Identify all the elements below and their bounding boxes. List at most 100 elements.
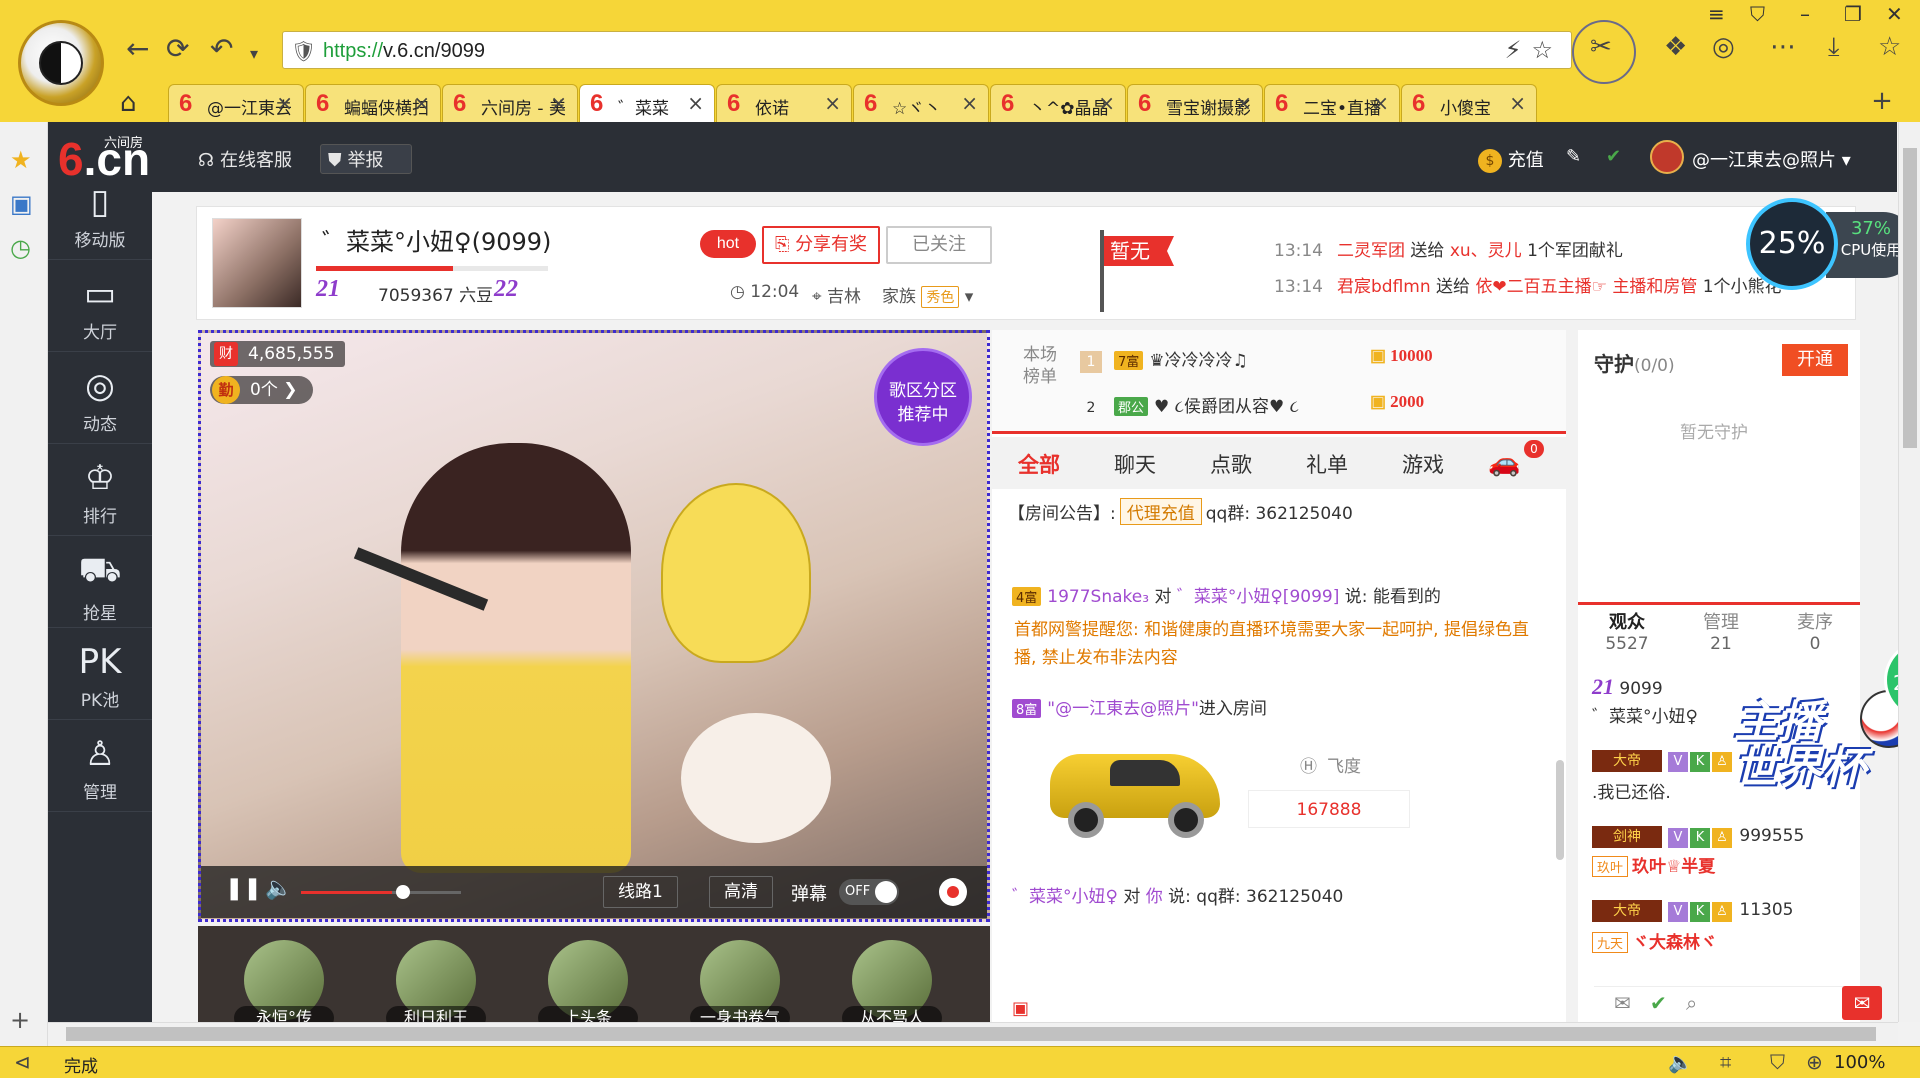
recommend-badge[interactable]: 歌区分区 推荐中 (874, 348, 972, 446)
sidebar-toggle-icon[interactable]: ⊲ (14, 1050, 31, 1074)
recommended-stream[interactable]: 永恒°传 (234, 940, 334, 1030)
chat-tab[interactable]: 聊天 (1114, 449, 1156, 479)
horizontal-scrollbar[interactable] (48, 1022, 1898, 1044)
close-tab-icon[interactable]: × (276, 91, 293, 115)
close-tab-icon[interactable]: × (550, 91, 567, 115)
nav-item[interactable]: ⛟ 抢星 (48, 536, 152, 628)
check-circle-icon[interactable]: ✔ (1650, 991, 1667, 1015)
audience-tab[interactable]: 麦序 0 (1768, 608, 1862, 662)
record-button[interactable] (939, 878, 967, 906)
gift-target[interactable]: 依❤二百五主播☞ 主播和房管 (1475, 277, 1697, 297)
menu-icon[interactable]: ≡ (1708, 2, 1725, 26)
video-player[interactable] (198, 330, 990, 922)
check-icon[interactable]: ✔ (1606, 146, 1621, 167)
ranking-row[interactable]: 1 7富 ♛冷冷冷冷♫ (1080, 346, 1248, 373)
browser-logo[interactable] (18, 20, 104, 106)
gift-target[interactable]: xu、灵儿 (1450, 241, 1522, 261)
gift-sender[interactable]: 君宸bdflmn (1337, 277, 1431, 297)
add-icon[interactable]: + (10, 1006, 30, 1034)
favorites-icon[interactable]: ☆ (1878, 32, 1901, 62)
nav-item[interactable]: ◎ 动态 (48, 352, 152, 444)
gift-sender[interactable]: 二灵军团 (1337, 241, 1405, 261)
audience-name[interactable]: .我已还俗. (1592, 783, 1671, 803)
service-link[interactable]: ☊ 在线客服 (198, 146, 292, 172)
screenshot-icon[interactable]: ⌗ (1720, 1050, 1731, 1074)
back-icon[interactable]: ← (126, 32, 149, 65)
search-icon[interactable]: ⌕ (1686, 991, 1697, 1015)
edit-icon[interactable]: ✎ (1566, 146, 1581, 167)
mute-icon[interactable]: 🔈 (1668, 1050, 1693, 1074)
address-bar[interactable]: 🛡 https://v.6.cn/9099 ⚡☆ (282, 31, 1572, 69)
volume-slider[interactable] (301, 891, 461, 894)
mail-icon[interactable]: ✉ (1614, 991, 1631, 1015)
ranking-label[interactable]: 本场榜单 (1018, 344, 1062, 388)
browser-tab[interactable]: 6 依诺 × (716, 84, 852, 122)
download-icon[interactable]: ⤓ (1828, 32, 1840, 63)
extension-icon[interactable]: ❖ (1664, 32, 1687, 62)
cpu-meter[interactable]: 37% CPU使用 25% (1746, 198, 1916, 294)
audience-row[interactable]: 大帝 V K ♙ (1592, 750, 1734, 772)
restore-icon[interactable]: ❐ (1844, 2, 1862, 26)
more-icon[interactable]: ⋯ (1770, 32, 1796, 62)
anchor-name[interactable]: ゛菜菜°小妞♀(9099) (322, 222, 551, 257)
nav-item[interactable]: ♙ 管理 (48, 720, 152, 812)
scissors-icon[interactable]: ✂ (1590, 32, 1612, 62)
browser-tab[interactable]: 6 六间房 - 美 × (442, 84, 578, 122)
audience-name[interactable]: ヾ大森林ヾ (1632, 933, 1717, 953)
zoom-level[interactable]: 100% (1834, 1052, 1885, 1073)
speaker-icon[interactable]: ▣ (1012, 998, 1029, 1019)
browser-tab[interactable]: 6 雪宝谢摄影 × (1127, 84, 1263, 122)
browser-tab[interactable]: 6 ゛菜菜 × (579, 84, 715, 122)
chat-tab[interactable]: 游戏 (1402, 449, 1444, 479)
close-tab-icon[interactable]: × (824, 91, 841, 115)
recommended-stream[interactable]: 上头条 (538, 940, 638, 1030)
audience-row[interactable]: 大帝 V K ♙ 11305 (1592, 900, 1794, 922)
recommended-stream[interactable]: 一身书卷气 (690, 940, 790, 1030)
close-tab-icon[interactable]: × (1235, 91, 1252, 115)
danmu-toggle[interactable]: OFF (839, 879, 899, 905)
audience-name[interactable]: 玖叶♕半夏 (1632, 857, 1715, 877)
user-menu[interactable]: @一江東去@照片 ▾ (1692, 146, 1851, 172)
follow-button[interactable]: 已关注 (886, 226, 992, 264)
chat-tab[interactable]: 礼单 (1306, 449, 1348, 479)
chat-tab[interactable]: 全部 (1018, 449, 1060, 479)
report-link[interactable]: ⛊ 举报 (328, 146, 384, 172)
close-tab-icon[interactable]: × (1098, 91, 1115, 115)
recharge-link[interactable]: $ 充值 (1478, 146, 1544, 173)
close-tab-icon[interactable]: × (413, 91, 430, 115)
line-button[interactable]: 线路1 (603, 876, 678, 908)
recommended-stream[interactable]: 利日利王 (386, 940, 486, 1030)
ranking-row[interactable]: 2 郡公 ♥ ૮侯爵团从容♥ ૮ (1080, 392, 1299, 419)
browser-tab[interactable]: 6 小傻宝 × (1401, 84, 1537, 122)
browser-ext-icon[interactable]: ◎ (1712, 32, 1735, 62)
browser-tab[interactable]: 6 蝙蝠侠横扫 × (305, 84, 441, 122)
audience-row[interactable]: 剑神 V K ♙ 999555 (1592, 826, 1804, 848)
tablet-icon[interactable]: ▣ (10, 190, 33, 218)
new-tab-button[interactable]: + (1862, 86, 1902, 118)
close-tab-icon[interactable]: × (1372, 91, 1389, 115)
refresh-icon[interactable]: ⟳ (166, 32, 189, 65)
chevron-down-icon[interactable]: ▾ (250, 44, 258, 63)
lightning-icon[interactable]: ⚡ (1505, 36, 1532, 64)
pause-icon[interactable]: ❚❚ (225, 876, 262, 901)
nav-item[interactable]: ▭ 大厅 (48, 260, 152, 352)
family[interactable]: 家族 秀色 ▾ (882, 282, 973, 308)
audience-tab[interactable]: 管理 21 (1674, 608, 1768, 662)
chat-tab[interactable]: 点歌 (1210, 449, 1252, 479)
audience-name[interactable]: ゛菜菜°小妞♀ (1592, 707, 1698, 727)
minimize-icon[interactable]: – (1800, 2, 1810, 26)
anchor-avatar[interactable] (212, 218, 302, 308)
close-tab-icon[interactable]: × (961, 91, 978, 115)
close-tab-icon[interactable]: × (687, 91, 704, 115)
zoom-icon[interactable]: ⊕ (1806, 1050, 1823, 1074)
volume-icon[interactable]: 🔈 (265, 876, 292, 901)
agent-recharge-link[interactable]: 代理充值 (1119, 498, 1202, 525)
quality-button[interactable]: 高清 (709, 876, 773, 908)
undo-icon[interactable]: ↶ (210, 32, 233, 65)
favorite-star-icon[interactable]: ★ (10, 146, 32, 174)
browser-tab[interactable]: 6 丶^✿晶晶 × (990, 84, 1126, 122)
close-tab-icon[interactable]: × (1509, 91, 1526, 115)
qin-badge[interactable]: 勤 0个 ❯ (210, 376, 314, 404)
browser-tab[interactable]: 6 二宝•直播 × (1264, 84, 1400, 122)
nav-item[interactable]: ♔ 排行 (48, 444, 152, 536)
